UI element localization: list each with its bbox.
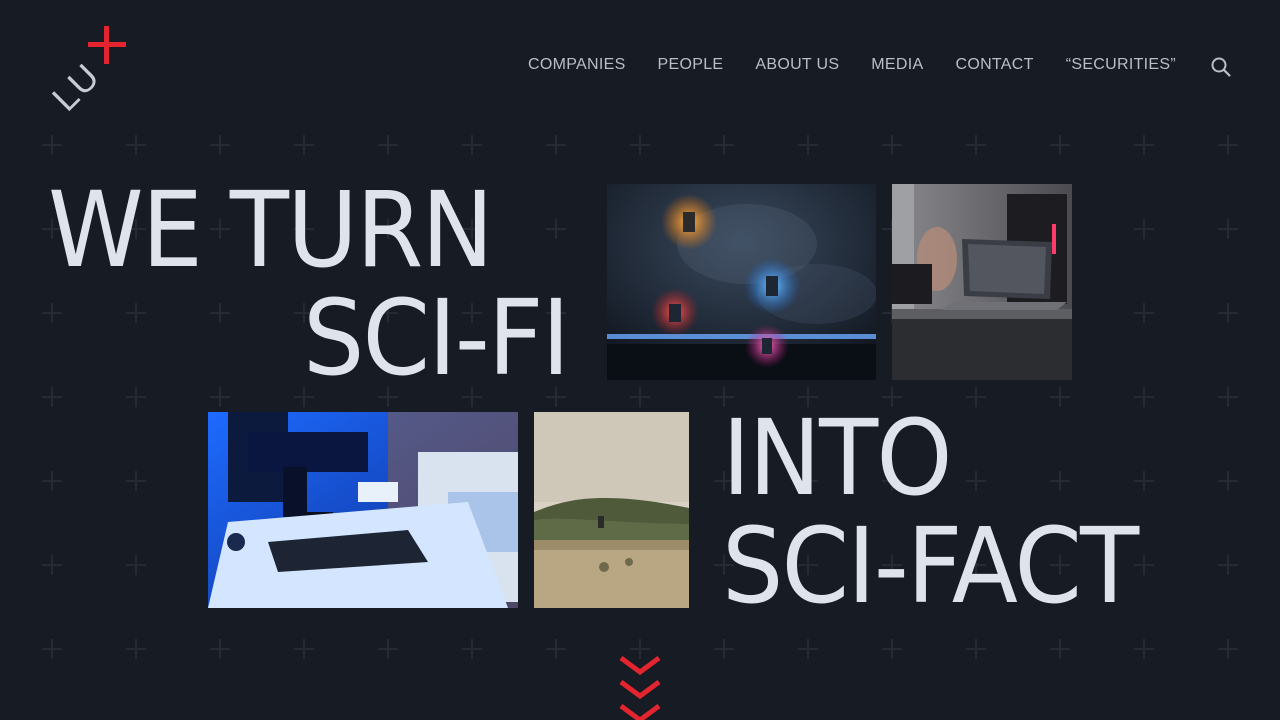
microscope-photo[interactable] [208, 412, 518, 608]
plus-mark [126, 303, 146, 323]
logo-plus-icon [88, 26, 126, 64]
plus-mark [126, 639, 146, 659]
plus-mark [126, 555, 146, 575]
plus-mark [798, 639, 818, 659]
plus-mark [1218, 555, 1238, 575]
nav-securities[interactable]: “SECURITIES” [1066, 55, 1176, 75]
plus-mark [42, 303, 62, 323]
hero-line-we-turn: WE TURN [48, 169, 494, 291]
plus-mark [126, 135, 146, 155]
plus-mark [1134, 639, 1154, 659]
plus-mark [966, 639, 986, 659]
plus-mark [462, 135, 482, 155]
plus-mark [210, 135, 230, 155]
plus-mark [1134, 219, 1154, 239]
plus-mark [546, 639, 566, 659]
plus-mark [1050, 471, 1070, 491]
hero-line-sci-fi: SCI-FI [302, 277, 570, 399]
plus-mark [882, 135, 902, 155]
plus-mark [294, 135, 314, 155]
plus-mark [1218, 471, 1238, 491]
drones-photo[interactable] [607, 184, 876, 380]
plus-mark [42, 555, 62, 575]
plus-mark [630, 387, 650, 407]
plus-mark [1134, 387, 1154, 407]
plus-mark [1134, 135, 1154, 155]
plus-mark [1134, 471, 1154, 491]
plus-mark [1050, 639, 1070, 659]
nav-contact[interactable]: CONTACT [955, 55, 1033, 75]
plus-mark [1050, 135, 1070, 155]
plus-mark [294, 639, 314, 659]
plus-mark [1218, 135, 1238, 155]
nav-people[interactable]: PEOPLE [658, 55, 724, 75]
plus-mark [42, 387, 62, 407]
plus-mark [126, 471, 146, 491]
plus-mark [378, 639, 398, 659]
plus-mark [1218, 387, 1238, 407]
plus-mark [882, 639, 902, 659]
plus-mark [714, 135, 734, 155]
plus-mark [966, 135, 986, 155]
plus-mark [966, 387, 986, 407]
laptop-photo[interactable] [892, 184, 1072, 380]
plus-mark [126, 387, 146, 407]
plus-mark [1134, 303, 1154, 323]
nav-about-us[interactable]: ABOUT US [755, 55, 839, 75]
plus-mark [1218, 219, 1238, 239]
plus-mark [1218, 639, 1238, 659]
plus-mark [630, 135, 650, 155]
field-photo[interactable] [534, 412, 689, 608]
plus-mark [210, 387, 230, 407]
main-nav: COMPANIES PEOPLE ABOUT US MEDIA CONTACT … [528, 52, 1232, 78]
nav-media[interactable]: MEDIA [871, 55, 923, 75]
plus-mark [42, 135, 62, 155]
plus-mark [210, 639, 230, 659]
plus-mark [966, 471, 986, 491]
plus-mark [462, 639, 482, 659]
plus-mark [1218, 303, 1238, 323]
plus-mark [546, 219, 566, 239]
hero-line-into: INTO [722, 397, 953, 519]
plus-mark [42, 471, 62, 491]
plus-mark [798, 135, 818, 155]
logo[interactable]: LU [44, 26, 134, 119]
search-icon[interactable] [1210, 56, 1232, 78]
chevron-down-icon[interactable] [619, 656, 661, 720]
plus-mark [210, 303, 230, 323]
hero-line-sci-fact: SCI-FACT [722, 505, 1139, 627]
plus-mark [546, 135, 566, 155]
plus-mark [42, 639, 62, 659]
plus-mark [378, 135, 398, 155]
nav-companies[interactable]: COMPANIES [528, 55, 626, 75]
plus-mark [714, 639, 734, 659]
plus-mark [1050, 387, 1070, 407]
